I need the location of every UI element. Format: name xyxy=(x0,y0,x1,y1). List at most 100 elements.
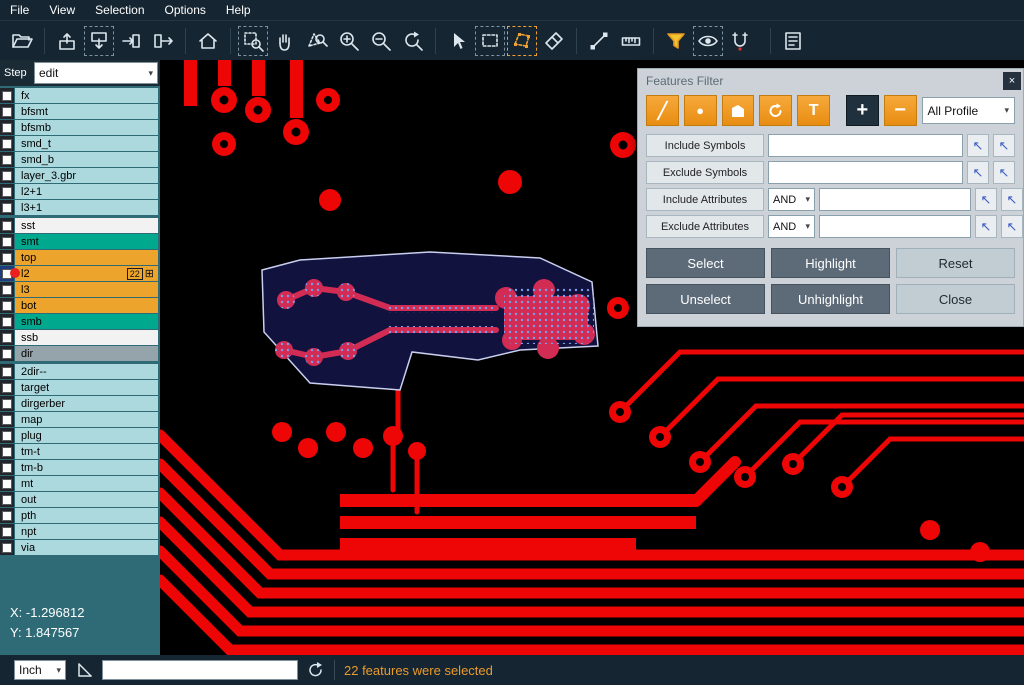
layer-name-cell[interactable]: smd_b xyxy=(15,152,158,167)
layer-name-cell[interactable]: fx xyxy=(15,88,158,103)
layer-checkbox[interactable] xyxy=(2,171,12,181)
include-attributes-input[interactable] xyxy=(819,188,971,211)
layer-visibility-cell[interactable] xyxy=(0,234,14,249)
unit-select[interactable]: Inch ▾ xyxy=(14,660,66,680)
layer-name-cell[interactable]: l2+1 xyxy=(15,184,158,199)
layer-row[interactable]: l222⊞ xyxy=(0,266,160,281)
layer-row[interactable]: l3 xyxy=(0,282,160,297)
layer-checkbox[interactable] xyxy=(2,527,12,537)
box-arrow-up-icon[interactable] xyxy=(52,26,82,56)
zoom-reset-icon[interactable] xyxy=(398,26,428,56)
layer-name-cell[interactable]: pth xyxy=(15,508,158,523)
reset-button[interactable]: Reset xyxy=(896,248,1015,278)
layer-checkbox[interactable] xyxy=(2,399,12,409)
layer-visibility-cell[interactable] xyxy=(0,184,14,199)
layer-visibility-cell[interactable] xyxy=(0,540,14,555)
layer-row[interactable]: top xyxy=(0,250,160,265)
layer-row[interactable]: dir xyxy=(0,346,160,361)
layer-visibility-cell[interactable] xyxy=(0,460,14,475)
magnet-icon[interactable] xyxy=(725,26,755,56)
layer-name-cell[interactable]: dir xyxy=(15,346,158,361)
layer-name-cell[interactable]: sst xyxy=(15,218,158,233)
open-folder-icon[interactable] xyxy=(7,26,37,56)
layer-checkbox[interactable] xyxy=(2,155,12,165)
layer-row[interactable]: layer_3.gbr xyxy=(0,168,160,183)
layer-checkbox[interactable] xyxy=(2,187,12,197)
layer-name-cell[interactable]: tm-b xyxy=(15,460,158,475)
layer-row[interactable]: tm-t xyxy=(0,444,160,459)
layer-row[interactable]: out xyxy=(0,492,160,507)
layer-visibility-cell[interactable] xyxy=(0,200,14,215)
home-icon[interactable] xyxy=(193,26,223,56)
layer-checkbox[interactable] xyxy=(2,383,12,393)
menu-help[interactable]: Help xyxy=(216,0,261,20)
layer-row[interactable]: mt xyxy=(0,476,160,491)
dialog-close-icon[interactable]: × xyxy=(1003,72,1021,90)
layer-visibility-cell[interactable] xyxy=(0,364,14,379)
layer-name-cell[interactable]: top xyxy=(15,250,158,265)
layer-grid-icon[interactable]: ⊞ xyxy=(145,267,154,280)
layer-checkbox[interactable] xyxy=(2,367,12,377)
layer-checkbox[interactable] xyxy=(2,349,12,359)
layer-name-cell[interactable]: plug xyxy=(15,428,158,443)
layer-name-cell[interactable]: map xyxy=(15,412,158,427)
layer-name-cell[interactable]: smb xyxy=(15,314,158,329)
layer-checkbox[interactable] xyxy=(2,221,12,231)
layer-row[interactable]: ssb xyxy=(0,330,160,345)
menu-selection[interactable]: Selection xyxy=(85,0,154,20)
layer-row[interactable]: sst xyxy=(0,218,160,233)
pick-attribute-icon[interactable]: ↖ xyxy=(975,215,997,238)
layer-row[interactable]: l3+1 xyxy=(0,200,160,215)
layer-row[interactable]: via xyxy=(0,540,160,555)
step-select[interactable]: edit ▾ xyxy=(34,62,158,84)
layer-checkbox[interactable] xyxy=(2,285,12,295)
measure-line-icon[interactable] xyxy=(584,26,614,56)
layer-visibility-cell[interactable] xyxy=(0,152,14,167)
layer-visibility-cell[interactable] xyxy=(0,428,14,443)
layer-row[interactable]: npt xyxy=(0,524,160,539)
layer-row[interactable]: tm-b xyxy=(0,460,160,475)
layer-visibility-cell[interactable] xyxy=(0,330,14,345)
layer-visibility-cell[interactable] xyxy=(0,282,14,297)
layer-checkbox[interactable] xyxy=(2,543,12,553)
layer-visibility-cell[interactable] xyxy=(0,88,14,103)
layer-visibility-cell[interactable] xyxy=(0,492,14,507)
eye-icon[interactable] xyxy=(693,26,723,56)
layer-checkbox[interactable] xyxy=(2,139,12,149)
exclude-symbols-button[interactable]: Exclude Symbols xyxy=(646,161,764,184)
layer-visibility-cell[interactable] xyxy=(0,218,14,233)
pick-symbol-icon[interactable]: ↖ xyxy=(967,134,989,157)
corner-snap-icon[interactable] xyxy=(75,661,93,679)
include-symbols-button[interactable]: Include Symbols xyxy=(646,134,764,157)
layer-row[interactable]: smt xyxy=(0,234,160,249)
profile-select[interactable]: All Profile ▾ xyxy=(922,97,1015,124)
select-button[interactable]: Select xyxy=(646,248,765,278)
pick-attribute-add-icon[interactable]: ↖ xyxy=(1001,188,1023,211)
layer-name-cell[interactable]: bfsmb xyxy=(15,120,158,135)
line-feature-button[interactable]: ╱ xyxy=(646,95,679,126)
exclude-attributes-operator-select[interactable]: AND ▾ xyxy=(768,215,815,238)
pick-symbol-icon[interactable]: ↖ xyxy=(967,161,989,184)
polygon-select-icon[interactable] xyxy=(507,26,537,56)
layer-visibility-cell[interactable] xyxy=(0,412,14,427)
dialog-title-bar[interactable]: Features Filter × xyxy=(638,69,1023,93)
text-feature-button[interactable]: T xyxy=(797,95,830,126)
cursor-icon[interactable] xyxy=(443,26,473,56)
pick-attribute-add-icon[interactable]: ↖ xyxy=(1001,215,1023,238)
layer-row[interactable]: pth xyxy=(0,508,160,523)
layer-checkbox[interactable] xyxy=(2,431,12,441)
surface-feature-button[interactable] xyxy=(722,95,755,126)
selection-region[interactable] xyxy=(262,252,598,390)
layer-checkbox[interactable] xyxy=(2,301,12,311)
layer-visibility-cell[interactable] xyxy=(0,380,14,395)
layer-checkbox[interactable] xyxy=(2,333,12,343)
close-button[interactable]: Close xyxy=(896,284,1015,314)
layer-row[interactable]: bot xyxy=(0,298,160,313)
layer-visibility-cell[interactable] xyxy=(0,104,14,119)
command-input[interactable] xyxy=(102,660,298,680)
ruler-icon[interactable] xyxy=(616,26,646,56)
arrow-into-left-icon[interactable] xyxy=(116,26,146,56)
refresh-icon[interactable] xyxy=(307,661,325,679)
layer-visibility-cell[interactable] xyxy=(0,346,14,361)
layer-checkbox[interactable] xyxy=(2,253,12,263)
